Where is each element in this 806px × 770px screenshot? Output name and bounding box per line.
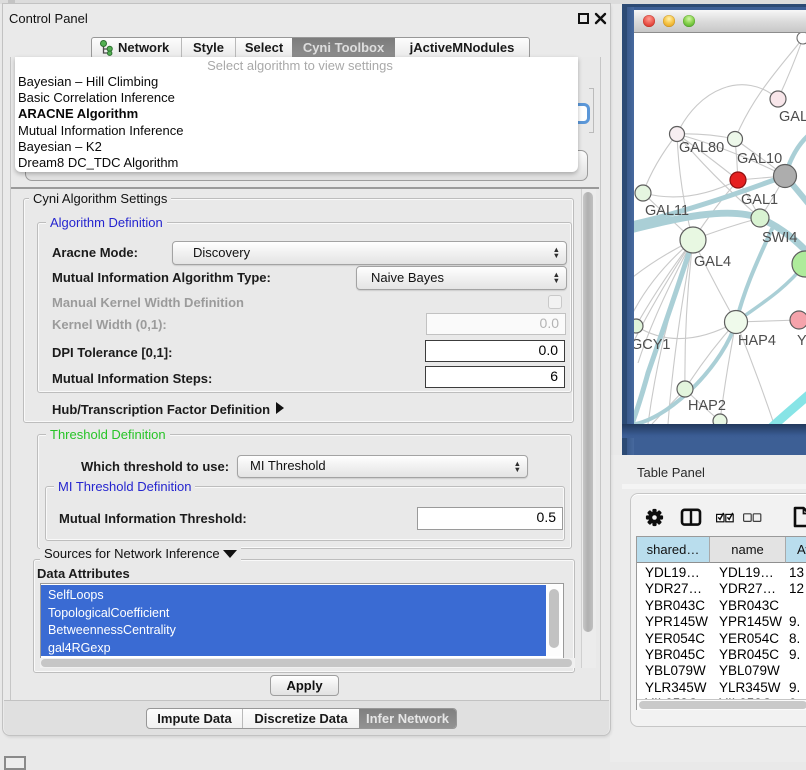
svg-text:GCY1: GCY1: [634, 337, 671, 353]
svg-text:GAL7: GAL7: [779, 109, 806, 125]
svg-text:SWI4: SWI4: [762, 230, 797, 246]
svg-text:GAL1: GAL1: [741, 192, 778, 208]
svg-text:Y: Y: [797, 333, 806, 349]
svg-text:GAL11: GAL11: [645, 203, 689, 219]
svg-text:GAL80: GAL80: [679, 140, 724, 156]
svg-text:HAP2: HAP2: [688, 398, 726, 414]
svg-text:GAL10: GAL10: [737, 151, 782, 167]
svg-text:HAP4: HAP4: [738, 333, 776, 349]
svg-text:GAL4: GAL4: [694, 254, 731, 270]
